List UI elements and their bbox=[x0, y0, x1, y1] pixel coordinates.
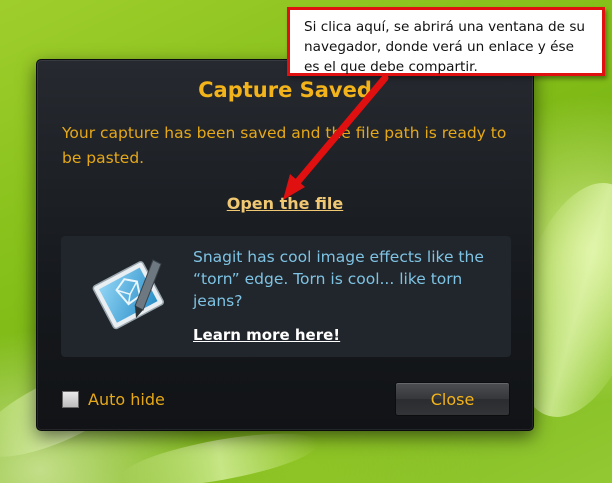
close-button[interactable]: Close bbox=[395, 382, 510, 416]
promo-panel: Snagit has cool image effects like the “… bbox=[61, 236, 511, 357]
grass-blade-decoration bbox=[118, 422, 322, 483]
learn-more-link[interactable]: Learn more here! bbox=[193, 326, 340, 344]
auto-hide-checkbox[interactable] bbox=[62, 391, 79, 408]
capture-saved-dialog: Capture Saved Your capture has been save… bbox=[36, 59, 534, 431]
promo-text: Snagit has cool image effects like the “… bbox=[193, 248, 484, 310]
auto-hide-option[interactable]: Auto hide bbox=[62, 390, 165, 409]
dialog-message: Your capture has been saved and the file… bbox=[62, 124, 507, 167]
snagit-editor-icon bbox=[92, 259, 164, 330]
auto-hide-label: Auto hide bbox=[88, 390, 165, 409]
dialog-title: Capture Saved bbox=[198, 78, 372, 102]
open-file-link[interactable]: Open the file bbox=[37, 194, 533, 213]
annotation-callout: Si clica aquí, se abrirá una ventana de … bbox=[287, 7, 605, 76]
